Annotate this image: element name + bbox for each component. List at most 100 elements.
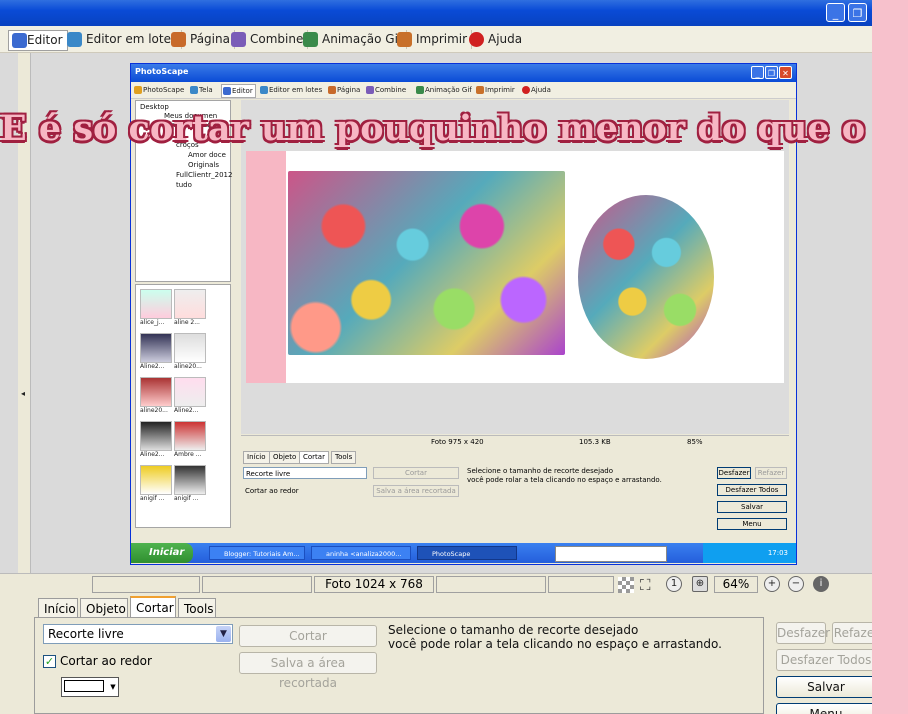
tab-cortar[interactable]: Cortar [130,596,176,618]
undo-all-button[interactable]: Desfazer Todos [776,649,872,671]
crop-hint: você pode rolar a tela clicando no espaç… [388,637,722,651]
inner-menu-button: Menu [717,518,787,530]
inner-zoom: 85% [687,438,703,446]
crop-shape-preview [64,680,104,692]
candy-photo-oval [578,195,714,359]
redo-button[interactable]: Refaze [832,622,872,644]
tab-combine[interactable]: Combine [228,30,309,49]
inner-tab: PhotoScape [133,84,186,96]
tree-item: tudo [176,181,192,189]
inner-hint: Selecione o tamanho de recorte desejado [467,467,614,475]
tree-item: Originals [188,161,220,169]
tab-batch-editor[interactable]: Editor em lotes [64,30,183,49]
status-bar: Foto 1024 x 768 ⛶ 1 ⊕ 64% + − i [0,573,872,596]
zoom-fit-icon[interactable]: ⊕ [692,576,708,592]
tab-label: Imprimir [416,32,468,46]
batch-editor-icon [67,32,82,47]
thumbnail [174,333,206,363]
zoom-out-icon[interactable]: − [788,576,804,592]
thumbnail-label: anigif ... [140,495,165,502]
thumbnail-label: anigif ... [174,495,199,502]
photoscape-window: _ ❐ Editor Editor em lotes Página Combin… [0,0,872,714]
crop-mode-select[interactable]: Recorte livre ▼ [43,624,233,644]
inner-taskbar-item: Blogger: Tutoriais Am... [209,546,305,560]
inner-save-area-button: Salva a área recortada [373,485,459,497]
inner-save-button: Salvar [717,501,787,513]
tab-label: Editor em lotes [86,32,178,46]
tab-print[interactable]: Imprimir [394,30,473,49]
tab-help[interactable]: Ajuda [466,30,526,49]
thumbnail [174,465,206,495]
inner-tab: Tela [189,84,215,96]
thumbnail-label: Ambre ... [174,451,202,458]
tab-label: Animação Gif [322,32,403,46]
info-icon[interactable]: i [813,576,829,592]
zoom-in-icon[interactable]: + [764,576,780,592]
zoom-level: 64% [714,576,758,593]
menu-button[interactable]: Menu [776,703,872,714]
inner-undo-all-button: Desfazer Todos [717,484,787,496]
thumbnail-label: alice_j... [140,319,165,326]
crop-panel: Recorte livre ▼ Cortar Salva a área reco… [34,617,764,714]
page-icon [171,32,186,47]
undo-button[interactable]: Desfazer [776,622,830,644]
thumbnail [140,377,172,407]
inner-checkbox-label: Cortar ao redor [245,487,299,495]
tab-editor[interactable]: Editor [8,30,68,51]
tab-label: Combine [250,32,304,46]
thumbnail-label: Aline2... [140,363,165,370]
inner-title-bar: PhotoScape _ ❐ ✕ [131,64,796,82]
status-field [548,576,614,593]
inner-tab: Ajuda [521,84,553,96]
inner-toolbar-box [555,546,667,562]
minimize-button[interactable]: _ [826,3,845,22]
inner-minimize-icon: _ [751,66,764,79]
inner-cut-button: Cortar [373,467,459,479]
inner-redo-button: Refazer [755,467,787,479]
tab-tools[interactable]: Tools [178,598,216,618]
inner-select: Recorte livre [243,467,367,479]
fit-screen-icon[interactable]: ⛶ [640,576,651,594]
tab-objeto[interactable]: Objeto [80,598,128,618]
tab-label: Editor [27,33,63,47]
inner-undo-button: Desfazer [717,467,751,479]
combine-icon [231,32,246,47]
inner-taskbar: Iniciar Blogger: Tutoriais Am... aninha … [131,543,796,563]
crop-around-checkbox[interactable]: ✓ [43,655,56,668]
inner-taskbar-item: aninha <analiza2000... [311,546,411,560]
print-icon [397,32,412,47]
crop-mode-value: Recorte livre [48,627,124,641]
crop-hint: Selecione o tamanho de recorte desejado [388,623,639,637]
inner-taskbar-item: PhotoScape [417,546,517,560]
inner-hint: você pode rolar a tela clicando no espaç… [467,476,662,484]
inner-tab: Combine [365,84,408,96]
thumbnail-label: Aline2... [140,451,165,458]
thumbnail [174,289,206,319]
thumbnail-list: alice_j... aline 2... Aline2... aline20.… [135,284,231,528]
tab-gif-animation[interactable]: Animação Gif [300,30,408,49]
inner-restore-icon: ❐ [765,66,778,79]
inner-tool-panel: Início Objeto Cortar Tools Recorte livre… [241,451,789,539]
tab-inicio[interactable]: Início [38,598,78,618]
inner-photo-size: Foto 975 x 420 [431,438,484,446]
thumbnail [140,333,172,363]
inner-tab: Editor [221,84,256,98]
inner-tab-label: Tools [331,451,357,464]
save-cropped-area-button[interactable]: Salva a área recortada [239,652,377,690]
inner-clock: 17:03 [703,543,796,563]
crop-shape-select[interactable]: ▼ [61,677,119,697]
thumbnail [140,421,172,451]
restore-button[interactable]: ❐ [848,3,867,22]
thumbnail [174,421,206,451]
thumbnail [140,289,172,319]
tab-label: Página [190,32,230,46]
inner-tab-label: Início [243,451,270,464]
save-button[interactable]: Salvar [776,676,872,698]
cut-button[interactable]: Cortar [239,625,377,647]
tab-page[interactable]: Página [168,30,235,49]
inner-file-size: 105.3 KB [579,438,611,446]
status-field [202,576,312,593]
transparency-icon[interactable] [618,577,634,593]
thumbnail-label: aline20... [174,363,202,370]
actual-size-icon[interactable]: 1 [666,576,682,592]
